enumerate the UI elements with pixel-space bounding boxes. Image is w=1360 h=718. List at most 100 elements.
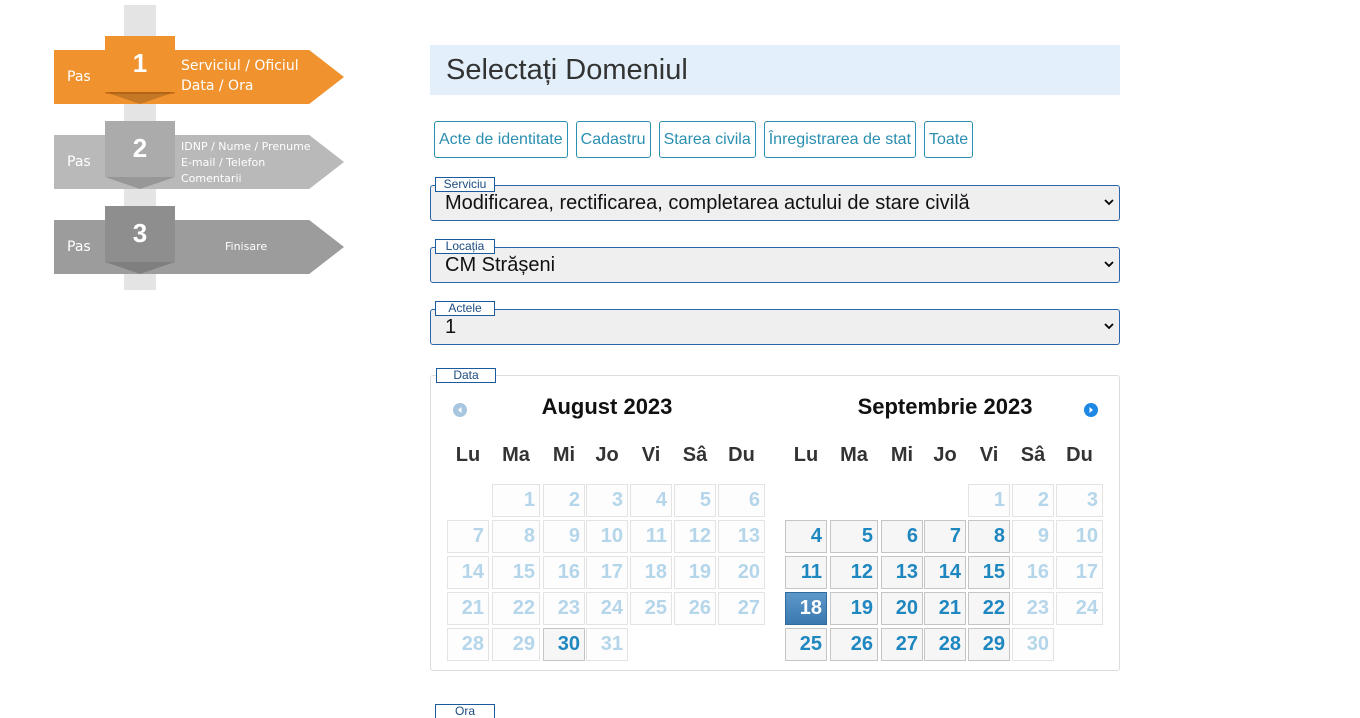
calendar-day: 9 (543, 520, 585, 553)
locatia-label: Locația (435, 239, 495, 254)
calendar-day[interactable]: 27 (881, 628, 923, 661)
weekday-header: Vi (641, 444, 661, 466)
domain-button-cadastru[interactable]: Cadastru (575, 121, 651, 158)
steps-graphic: Pas 1 Serviciul / Oficiul Data / Ora Pas… (54, 5, 346, 291)
calendar-day[interactable]: 22 (968, 592, 1010, 625)
calendar-day[interactable]: 5 (830, 520, 878, 553)
ora-label: Ora (435, 704, 495, 718)
weekday-header: Ma (840, 444, 868, 466)
step-3-arrow (54, 220, 344, 274)
calendar-day: 10 (586, 520, 628, 553)
weekday-header: Jo (595, 444, 619, 466)
calendar-day: 8 (492, 520, 540, 553)
domain-button-toate[interactable]: Toate (924, 121, 974, 158)
step-2-number: 2 (105, 121, 175, 189)
calendar-day: 23 (1012, 592, 1054, 625)
calendar-day: 11 (630, 520, 672, 553)
calendar-day: 1 (492, 484, 540, 517)
weekday-header: Lu (793, 444, 819, 466)
step-1: Pas 1 Serviciul / Oficiul Data / Ora (54, 36, 344, 104)
calendar-day[interactable]: 8 (968, 520, 1010, 553)
calendar-day: 14 (447, 556, 489, 589)
calendar-day[interactable]: 15 (968, 556, 1010, 589)
calendar-day[interactable]: 4 (785, 520, 827, 553)
weekday-header: Mi (552, 444, 576, 466)
calendar-day: 2 (543, 484, 585, 517)
calendar-day: 3 (1056, 484, 1103, 517)
chevron-down-icon (1104, 261, 1114, 268)
locatia-value: CM Strășeni (445, 254, 556, 276)
chevron-down-icon (1104, 199, 1114, 206)
actele-select[interactable]: 1 (430, 309, 1120, 345)
calendar-day: 25 (630, 592, 672, 625)
calendar-day[interactable]: 6 (881, 520, 923, 553)
calendar-day: 29 (492, 628, 540, 661)
data-label: Data (436, 368, 496, 383)
actele-value: 1 (445, 316, 457, 338)
calendar-day[interactable]: 28 (924, 628, 966, 661)
calendar-day[interactable]: 14 (924, 556, 966, 589)
step-1-pas: Pas (67, 69, 91, 85)
calendar-day: 15 (492, 556, 540, 589)
calendar-day: 13 (718, 520, 765, 553)
calendar-day: 5 (674, 484, 716, 517)
locatia-select[interactable]: CM Strășeni (430, 247, 1120, 283)
calendar-day: 4 (630, 484, 672, 517)
calendar-day: 19 (674, 556, 716, 589)
step-1-number: 1 (105, 36, 175, 104)
calendar-day[interactable]: 21 (924, 592, 966, 625)
step-2-description: IDNP / Nume / Prenume E-mail / Telefon C… (181, 139, 311, 187)
page-title: Selectați Domeniul (446, 54, 688, 86)
step-2-pas: Pas (67, 154, 91, 170)
calendar-day: 16 (543, 556, 585, 589)
weekday-header: Vi (979, 444, 999, 466)
calendar-day[interactable]: 30 (543, 628, 585, 661)
weekday-header: Jo (933, 444, 957, 466)
calendar-day[interactable]: 7 (924, 520, 966, 553)
calendar-day: 28 (447, 628, 489, 661)
domain-button-starea-civila[interactable]: Starea civila (658, 121, 756, 158)
calendar-day[interactable]: 25 (785, 628, 827, 661)
calendar-day[interactable]: 29 (968, 628, 1010, 661)
calendar-day: 22 (492, 592, 540, 625)
calendar-day: 17 (586, 556, 628, 589)
calendar-day: 26 (674, 592, 716, 625)
calendar-day[interactable]: 19 (830, 592, 878, 625)
calendar-day[interactable]: 26 (830, 628, 878, 661)
step-3: Pas 3 Finisare (54, 206, 344, 274)
month-title: Septembrie 2023 (857, 394, 1033, 419)
serviciu-select[interactable]: Modificarea, rectificarea, completarea a… (430, 185, 1120, 221)
domain-button-inregistrarea[interactable]: Înregistrarea de stat (763, 121, 917, 158)
domain-button-acte[interactable]: Acte de identitate (434, 121, 568, 158)
calendar-day: 3 (586, 484, 628, 517)
step-1-line: Data / Ora (181, 78, 254, 94)
calendar-day[interactable]: 11 (785, 556, 827, 589)
calendar-day[interactable]: 20 (881, 592, 923, 625)
calendar-day: 23 (543, 592, 585, 625)
month-title: August 2023 (541, 394, 673, 419)
domain-buttons: Acte de identitate Cadastru Starea civil… (434, 121, 974, 158)
calendar-day: 1 (968, 484, 1010, 517)
actele-label: Actele (435, 301, 495, 316)
calendar-day: 17 (1056, 556, 1103, 589)
calendar-day: 6 (718, 484, 765, 517)
weekday-header: Du (1066, 444, 1093, 466)
serviciu-value: Modificarea, rectificarea, completarea a… (445, 192, 970, 214)
weekday-header: Sâ (682, 444, 708, 466)
calendar-day: 2 (1012, 484, 1054, 517)
calendar-day[interactable]: 13 (881, 556, 923, 589)
calendar-day: 10 (1056, 520, 1103, 553)
chevron-down-icon (1104, 323, 1114, 330)
weekday-header: Ma (502, 444, 530, 466)
serviciu-label: Serviciu (435, 177, 495, 192)
calendar-day-selected[interactable]: 18 (785, 592, 827, 625)
calendar-day: 31 (586, 628, 628, 661)
calendar-day: 27 (718, 592, 765, 625)
calendar-day: 12 (674, 520, 716, 553)
weekday-header: Lu (455, 444, 481, 466)
step-2-line: Comentarii (181, 172, 242, 185)
step-2-line: IDNP / Nume / Prenume (181, 140, 311, 153)
weekday-header: Du (728, 444, 755, 466)
calendar-day: 9 (1012, 520, 1054, 553)
calendar-day[interactable]: 12 (830, 556, 878, 589)
